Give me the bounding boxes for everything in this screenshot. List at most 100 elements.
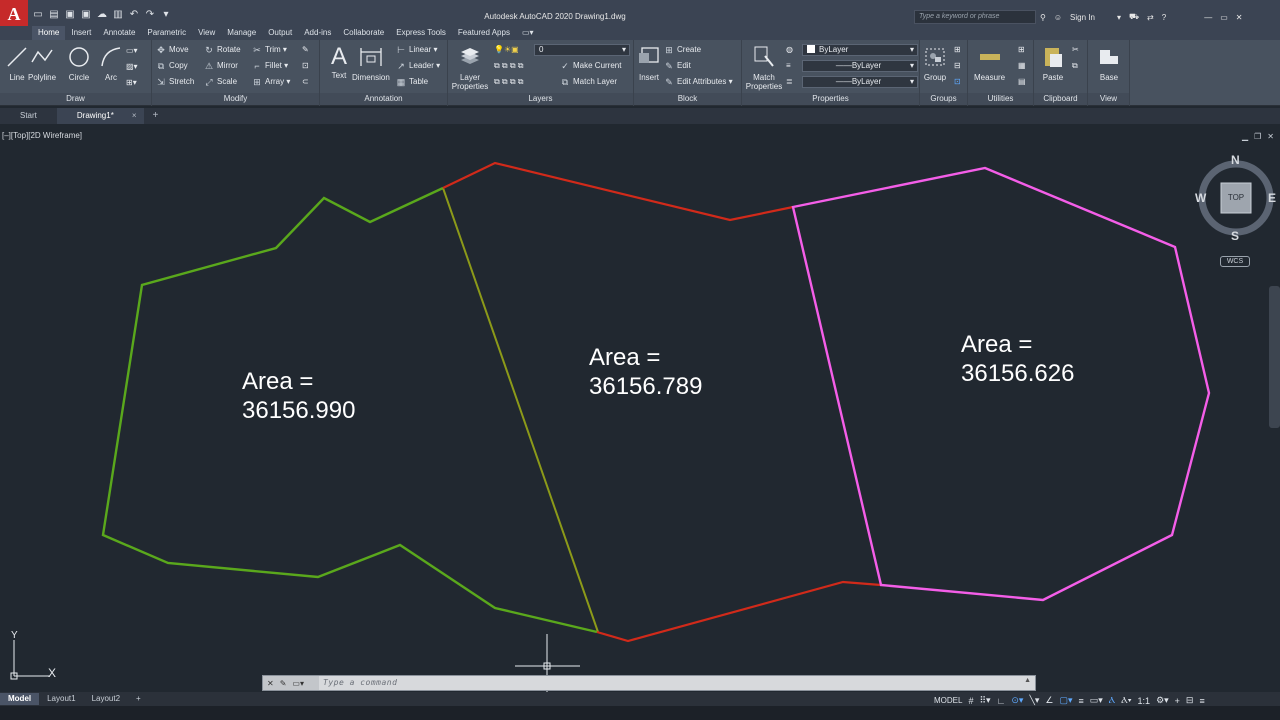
copy-button[interactable]: ⧉ Copy	[156, 59, 188, 73]
insert-button[interactable]: Insert	[636, 44, 662, 82]
move-button[interactable]: ✥ Move	[156, 43, 188, 57]
maximize-icon[interactable]: ▭	[1220, 13, 1228, 22]
panel-title-utilities[interactable]: Utilities	[968, 93, 1033, 105]
command-settings-icon[interactable]: ✎	[280, 679, 287, 688]
minimize-icon[interactable]: —	[1204, 13, 1212, 22]
group-select-icon[interactable]: ⊡	[954, 75, 961, 89]
area-label-3[interactable]: Area = 36156.626	[961, 330, 1074, 388]
linetype-dropdown[interactable]: ——ByLayer ▾	[802, 60, 918, 72]
polar-icon[interactable]: ⊙▾	[1011, 695, 1023, 706]
polyline-red-bottom[interactable]	[596, 580, 882, 643]
command-history-icon[interactable]: ▭▾	[292, 679, 304, 688]
tab-manage[interactable]: Manage	[221, 26, 262, 40]
add-layout-button[interactable]: +	[128, 693, 149, 705]
tab-featured-apps[interactable]: Featured Apps	[452, 26, 516, 40]
command-history-up-icon[interactable]: ▲	[1024, 677, 1031, 684]
tab-model[interactable]: Model	[0, 693, 40, 705]
user-icon[interactable]: ☺	[1054, 13, 1062, 22]
copy-clip-icon[interactable]: ⧉	[1072, 59, 1078, 73]
lineweight-dropdown[interactable]: ——ByLayer ▾	[802, 76, 918, 88]
viewcube-east[interactable]: E	[1268, 191, 1276, 205]
wcs-menu[interactable]: WCS	[1220, 256, 1250, 267]
paste-button[interactable]: Paste	[1040, 44, 1066, 82]
tab-express-tools[interactable]: Express Tools	[390, 26, 452, 40]
new-tab-button[interactable]: +	[144, 108, 166, 124]
tab-layout2[interactable]: Layout2	[84, 693, 128, 705]
create-block-button[interactable]: ⊞ Create	[664, 43, 701, 57]
command-close-icon[interactable]: ✕	[267, 679, 274, 688]
fillet-button[interactable]: ⌐ Fillet ▾	[252, 59, 288, 73]
panel-title-draw[interactable]: Draw	[0, 93, 151, 105]
viewport-restore-icon[interactable]: ❐	[1254, 132, 1261, 141]
annotation-visibility-icon[interactable]: Ⲁ	[1109, 695, 1115, 706]
panel-title-view[interactable]: View	[1088, 93, 1129, 105]
measure-button[interactable]: Measure	[974, 44, 1005, 82]
close-icon[interactable]: ✕	[1236, 13, 1243, 22]
layer-state-icons[interactable]: 💡☀▣	[494, 43, 519, 57]
panel-title-groups[interactable]: Groups	[920, 93, 967, 105]
rotate-button[interactable]: ↻ Rotate	[204, 43, 240, 57]
match-properties-button[interactable]: Match Properties	[744, 44, 784, 91]
model-space-button[interactable]: MODEL	[934, 696, 962, 705]
line-button[interactable]: Line	[4, 44, 30, 82]
navigation-bar[interactable]	[1269, 286, 1280, 428]
plus-icon[interactable]: +	[1175, 696, 1180, 706]
tab-output[interactable]: Output	[262, 26, 298, 40]
lineweight-toggle-icon[interactable]: ≡	[1079, 696, 1084, 706]
rectangle-icon[interactable]: ▭▾	[126, 44, 138, 58]
panel-title-annotation[interactable]: Annotation	[320, 93, 447, 105]
viewcube-south[interactable]: S	[1231, 229, 1239, 243]
object-snap-icon[interactable]: ▢▾	[1059, 695, 1072, 706]
id-point-icon[interactable]: ▤	[1018, 75, 1026, 89]
isolate-icon[interactable]: ⊟	[1186, 695, 1194, 706]
area-label-2[interactable]: Area = 36156.789	[589, 343, 702, 401]
draw-more-icon[interactable]: ⊞▾	[126, 76, 137, 90]
text-button[interactable]: A Text	[326, 44, 352, 81]
tab-insert[interactable]: Insert	[65, 26, 97, 40]
snap-icon[interactable]: ⠿▾	[979, 695, 990, 706]
panel-title-layers[interactable]: Layers	[448, 93, 633, 105]
exchange-icon[interactable]: ⇄	[1147, 13, 1154, 22]
tab-home[interactable]: Home	[32, 26, 66, 40]
command-line[interactable]: ✕ ✎ ▭▾ Type a command ▲	[262, 675, 1036, 691]
viewcube-west[interactable]: W	[1195, 191, 1206, 205]
array-button[interactable]: ⊞ Array ▾	[252, 75, 290, 89]
binoculars-icon[interactable]: ⚲	[1040, 13, 1046, 22]
layer-dropdown[interactable]: 0 ▾	[534, 44, 630, 56]
sign-in-link[interactable]: Sign In	[1070, 13, 1095, 22]
object-snap-tracking-icon[interactable]: ∠	[1045, 695, 1053, 706]
help-icon[interactable]: ?	[1162, 13, 1166, 22]
tab-add-ins[interactable]: Add-ins	[298, 26, 337, 40]
color-dropdown[interactable]: ByLayer ▾	[802, 44, 918, 56]
dimension-button[interactable]: Dimension	[352, 44, 390, 82]
panel-title-modify[interactable]: Modify	[152, 93, 319, 105]
viewcube-north[interactable]: N	[1231, 153, 1240, 167]
base-button[interactable]: Base	[1096, 44, 1122, 82]
arc-button[interactable]: Arc	[98, 44, 124, 82]
area-label-1[interactable]: Area = 36156.990	[242, 367, 355, 425]
edit-block-button[interactable]: ✎ Edit	[664, 59, 691, 73]
viewcube-top-face[interactable]: TOP	[1221, 193, 1251, 202]
tab-start[interactable]: Start	[0, 108, 57, 124]
leader-button[interactable]: ↗ Leader ▾	[396, 59, 440, 73]
polyline-button[interactable]: Polyline	[28, 44, 56, 82]
cart-icon[interactable]: ⛟	[1129, 12, 1139, 22]
drawing-canvas[interactable]	[0, 124, 1280, 692]
transparency-icon[interactable]: ▭▾	[1090, 695, 1103, 706]
scale-button[interactable]: ⤢ Scale	[204, 75, 237, 89]
mirror-button[interactable]: ⚠ Mirror	[204, 59, 238, 73]
group-button[interactable]: Group	[922, 44, 948, 82]
panel-title-properties[interactable]: Properties	[742, 93, 919, 105]
tab-drawing1[interactable]: Drawing1* ×	[56, 108, 145, 124]
hatch-icon[interactable]: ▨▾	[126, 60, 138, 74]
panel-title-clipboard[interactable]: Clipboard	[1034, 93, 1087, 105]
auto-scale-icon[interactable]: Ⲁ▾	[1121, 695, 1131, 706]
layer-tools-row3[interactable]: ⧉ ⧉ ⧉ ⧉	[494, 75, 524, 89]
viewport-close-icon[interactable]: ✕	[1267, 132, 1274, 141]
annotation-scale[interactable]: 1:1	[1138, 696, 1151, 706]
grid-icon[interactable]: #	[968, 696, 973, 706]
make-current-button[interactable]: ✓ Make Current	[560, 59, 621, 73]
cut-icon[interactable]: ✂	[1072, 43, 1079, 57]
erase-icon[interactable]: ✎	[302, 43, 309, 57]
layer-tools-row2[interactable]: ⧉ ⧉ ⧉ ⧉	[494, 59, 524, 73]
